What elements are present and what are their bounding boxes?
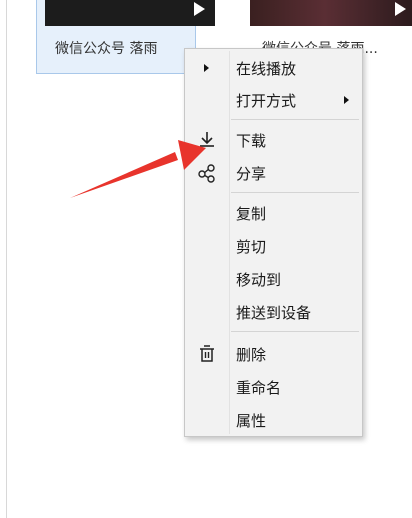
- annotation-arrow: [70, 140, 206, 198]
- file-browser-view: 微信公众号 落雨 微信公众号 落雨... 在线播放 打开方式: [0, 0, 412, 518]
